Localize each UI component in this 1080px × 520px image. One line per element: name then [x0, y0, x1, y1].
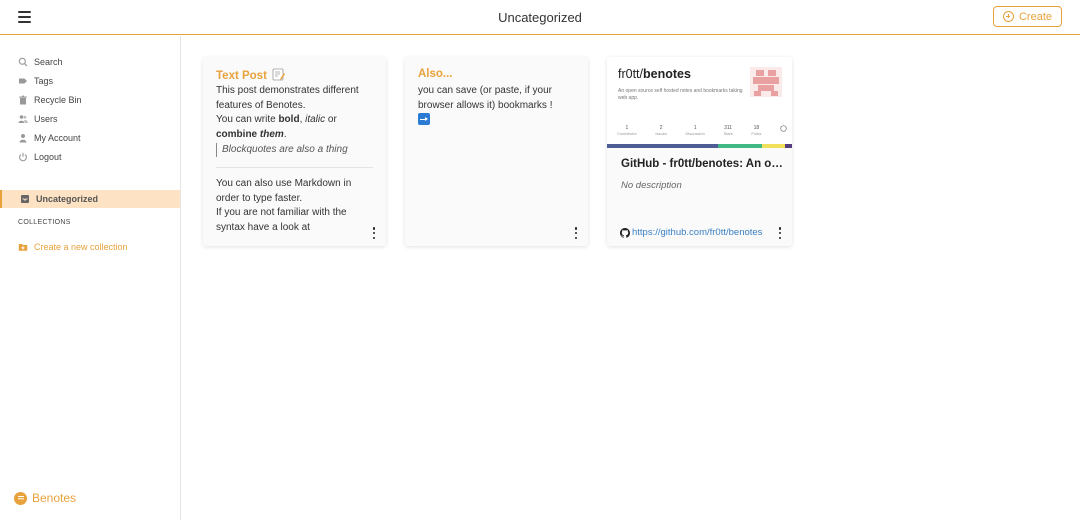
sidebar-item-label: Search	[34, 56, 63, 67]
tag-icon	[18, 76, 28, 86]
sidebar-item-search[interactable]: Search	[0, 52, 180, 71]
bookmark-url: https://github.com/fr0tt/benotes	[632, 227, 763, 238]
sidebar-item-label: Recycle Bin	[34, 94, 82, 105]
post-line: If you are not familiar with the	[216, 207, 347, 218]
post-line: features of Benotes.	[216, 99, 306, 111]
power-icon	[18, 152, 28, 162]
text: or	[325, 114, 337, 125]
github-mark-icon	[780, 125, 787, 137]
sidebar-item-logout[interactable]: Logout	[0, 147, 180, 166]
post-line: order to type faster.	[216, 192, 303, 204]
text: .	[283, 128, 287, 140]
bold-text: combine	[216, 128, 260, 140]
stat-label: Forks	[751, 131, 762, 136]
post-content-top: This post demonstrates different feature…	[216, 84, 359, 142]
brand[interactable]: Benotes	[14, 491, 76, 505]
more-options-icon[interactable]	[372, 227, 376, 239]
bookmark-link[interactable]: https://github.com/fr0tt/benotes	[620, 227, 762, 238]
preview-owner: fr0tt/	[618, 67, 644, 81]
preview-stats: 1 Contributor 2 Issues 1 Discussion 311 Star…	[617, 125, 787, 137]
post-card-text[interactable]: Text Post This post demonstrates differe…	[203, 57, 386, 246]
create-collection-link[interactable]: Create a new collection	[18, 242, 128, 252]
create-button[interactable]: Create	[993, 6, 1062, 27]
preview-stat: 18 Forks	[751, 125, 761, 137]
users-icon	[18, 114, 28, 124]
sidebar: Search Tags Recycle Bin Users My Account…	[0, 36, 181, 520]
preview-stat: 1 Contributor	[617, 125, 637, 137]
benotes-logo-icon	[14, 491, 27, 505]
bookmark-card-github[interactable]: fr0tt/benotes An open source self hosted…	[607, 57, 792, 246]
brand-name: Benotes	[32, 491, 77, 505]
sidebar-collection-uncategorized[interactable]: Uncategorized	[0, 190, 180, 208]
preview-description: An open source self hosted notes and boo…	[618, 88, 743, 101]
collections-heading: COLLECTIONS	[18, 219, 71, 226]
post-title-text: Text Post	[216, 70, 267, 82]
post-title: Text Post	[216, 68, 286, 82]
text: You can write	[216, 114, 279, 125]
bookmark-title: GitHub - fr0tt/benotes: An open source s…	[621, 158, 783, 170]
search-icon	[18, 57, 28, 67]
preview-stat: 311 Stars	[723, 125, 732, 137]
sidebar-item-label: Users	[34, 113, 58, 124]
folder-plus-icon	[18, 242, 28, 252]
plus-circle-icon	[1002, 11, 1014, 22]
divider	[216, 167, 373, 168]
page-title: Uncategorized	[498, 10, 582, 25]
sidebar-item-label: Tags	[34, 75, 54, 86]
arrow-right-icon	[418, 113, 430, 125]
post-line: syntax have a look at	[216, 221, 310, 233]
sidebar-item-recycle-bin[interactable]: Recycle Bin	[0, 90, 180, 109]
github-icon	[620, 227, 630, 238]
sidebar-collection-label: Uncategorized	[36, 194, 99, 204]
more-options-icon[interactable]	[778, 227, 782, 239]
post-content-bottom: You can also use Markdown in order to ty…	[216, 177, 351, 235]
top-bar: Uncategorized Create	[0, 0, 1080, 35]
stat-label: Issues	[655, 131, 667, 136]
trash-icon	[18, 95, 28, 105]
language-bar	[607, 144, 792, 148]
more-options-icon[interactable]	[574, 227, 578, 239]
post-title: Also...	[418, 68, 453, 80]
sidebar-nav: Search Tags Recycle Bin Users My Account…	[0, 52, 180, 166]
post-line: combine them.	[216, 128, 359, 143]
post-card-also[interactable]: Also... you can save (or paste, if your …	[405, 57, 588, 246]
post-line: You can write bold, italic or	[216, 113, 359, 128]
bookmark-preview-image: fr0tt/benotes An open source self hosted…	[607, 57, 792, 148]
preview-stat: 2 Issues	[655, 125, 667, 137]
preview-repo-name: fr0tt/benotes	[618, 67, 691, 81]
sidebar-item-tags[interactable]: Tags	[0, 71, 180, 90]
stat-label: Stars	[723, 131, 733, 136]
blockquote: Blockquotes are also a thing	[216, 143, 348, 157]
inbox-icon	[20, 194, 30, 204]
sidebar-item-users[interactable]: Users	[0, 109, 180, 128]
sidebar-item-my-account[interactable]: My Account	[0, 128, 180, 147]
bookmark-description: No description	[621, 180, 682, 191]
post-line: you can save (or paste, if your	[418, 85, 552, 96]
user-icon	[18, 133, 28, 143]
memo-icon	[272, 68, 286, 81]
bold-text: bold	[278, 114, 300, 125]
preview-stat: 1 Discussion	[686, 125, 705, 137]
stat-label: Contributor	[617, 131, 637, 136]
create-button-label: Create	[1018, 10, 1053, 23]
create-collection-label: Create a new collection	[34, 242, 128, 252]
stat-label: Discussion	[685, 131, 705, 136]
post-line: browser allows it) bookmarks !	[418, 99, 553, 111]
repo-avatar-icon	[750, 67, 782, 97]
italic-text: italic	[305, 114, 326, 125]
sidebar-item-label: My Account	[34, 132, 81, 143]
sidebar-item-label: Logout	[34, 151, 62, 162]
bold-italic-text: them	[259, 128, 284, 140]
post-content: you can save (or paste, if your browser …	[418, 84, 552, 113]
preview-repo: benotes	[643, 67, 691, 81]
post-line: You can also use Markdown in	[216, 178, 352, 189]
post-line: This post demonstrates different	[216, 85, 359, 96]
